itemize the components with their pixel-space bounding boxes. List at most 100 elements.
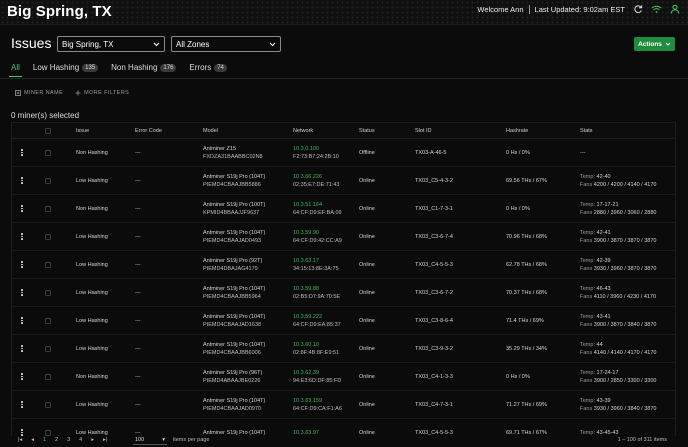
ip-link[interactable]: 10.3.59.90 [293, 229, 359, 237]
tab-errors[interactable]: Errors 74 [189, 61, 227, 74]
temp-line: Temp: 17-24-17 [580, 369, 675, 377]
fans-line: Fans 3900 / 3870 / 3840 / 3870 [580, 321, 675, 329]
serial-number: PIEMD4CBAAJAD0493 [203, 237, 262, 244]
table-row[interactable]: Low Hashing --- Antminer S19j Pro (104T)… [12, 307, 675, 335]
kebab-menu-icon[interactable] [21, 232, 23, 241]
column-stats[interactable]: Stats [580, 127, 675, 135]
row-checkbox[interactable] [45, 149, 51, 156]
miners-table: Issue Error Code Model Network Status Sl… [11, 122, 676, 440]
kebab-menu-icon[interactable] [21, 372, 23, 381]
column-network[interactable]: Network [293, 127, 359, 135]
prev-page-icon[interactable]: ◂ [31, 437, 34, 443]
slot-id-cell: TX03_C4-5-5-3 [415, 429, 453, 436]
kebab-menu-icon[interactable] [21, 400, 23, 409]
table-row[interactable]: Non Hashing --- Antminer S19j Pro (96T) … [12, 363, 675, 391]
row-checkbox[interactable] [45, 205, 51, 212]
ip-link[interactable]: 10.3.60.10 [293, 341, 359, 349]
serial-number: PIEMD4ABAAJBE0226 [203, 377, 261, 384]
kebab-menu-icon[interactable] [21, 148, 23, 157]
slot-id-cell: TX03_C5-4-3-2 [415, 177, 453, 184]
row-checkbox[interactable] [45, 317, 51, 324]
ip-link[interactable]: 10.3.51.164 [293, 201, 359, 209]
column-hashrate[interactable]: Hashrate [506, 128, 580, 134]
column-issue[interactable]: Issue [76, 128, 135, 134]
row-checkbox[interactable] [45, 233, 51, 240]
table-row[interactable]: Non Hashing --- Antminer S19j Pro (100T)… [12, 195, 675, 223]
more-filters-button[interactable]: MORE FILTERS [75, 90, 129, 96]
last-page-icon[interactable]: ▸| [103, 437, 107, 443]
issue-cell: Low Hashing [76, 233, 108, 240]
table-row[interactable]: Low Hashing --- Antminer S19j Pro (104T)… [12, 391, 675, 419]
page-size-select[interactable]: 100 ▾ [133, 436, 167, 445]
ip-link[interactable]: 10.3.62.39 [293, 369, 359, 377]
row-checkbox[interactable] [45, 345, 51, 352]
table-row[interactable]: Low Hashing --- Antminer S19j Pro (104T)… [12, 335, 675, 363]
issue-cell: Non Hashing [76, 373, 108, 380]
model-name: Antminer S19j Pro (104T) [203, 397, 266, 404]
row-checkbox[interactable] [45, 401, 51, 408]
temp-value: 42-40 [596, 173, 611, 180]
mac-address: 34:15:13:8E:3A:75 [293, 265, 339, 272]
column-error-code[interactable]: Error Code [135, 128, 203, 134]
ip-link[interactable]: 10.3.63.17 [293, 257, 359, 265]
tab-low-hashing[interactable]: Low Hashing 135 [33, 61, 99, 74]
temp-label: Temp: [580, 397, 595, 404]
row-checkbox[interactable] [45, 261, 51, 268]
ip-link[interactable]: 10.3.0.100 [293, 145, 359, 153]
ip-link[interactable]: 10.3.59.222 [293, 313, 359, 321]
tab-non-hashing[interactable]: Non Hashing 176 [111, 61, 177, 74]
row-checkbox[interactable] [45, 177, 51, 184]
row-menu-cell [12, 204, 32, 213]
row-checkbox[interactable] [45, 373, 51, 380]
kebab-menu-icon[interactable] [21, 176, 23, 185]
kebab-menu-icon[interactable] [21, 288, 23, 297]
kebab-menu-icon[interactable] [21, 260, 23, 269]
next-page-icon[interactable]: ▸ [91, 437, 94, 443]
selected-count: 0 miner(s) selected [11, 111, 80, 120]
network-cell: 10.3.63.17 34:15:13:8E:3A:75 [293, 257, 359, 273]
kebab-menu-icon[interactable] [21, 344, 23, 353]
row-menu-cell [12, 344, 32, 353]
ip-link[interactable]: 10.3.66.226 [293, 173, 359, 181]
first-page-icon[interactable]: |◂ [18, 437, 22, 443]
zone-select-value: All Zones [176, 39, 210, 49]
table-row[interactable]: Non Hashing --- Antminer Z15 FXDZA31BAAB… [12, 139, 675, 167]
row-menu-cell [12, 176, 32, 185]
fans-line: Fans 4140 / 4140 / 4170 / 4170 [580, 349, 675, 357]
table-row[interactable]: Low Hashing --- Antminer S19j Pro (104T)… [12, 279, 675, 307]
mac-address: 02:B5:D7:9A:70:5E [293, 293, 341, 300]
ip-link[interactable]: 10.3.59.88 [293, 285, 359, 293]
page-4[interactable]: 4 [79, 437, 82, 443]
miner-name-filter[interactable]: MINER NAME [15, 90, 63, 96]
error-code-cell: --- [135, 149, 141, 156]
fans-label: Fans [580, 181, 593, 188]
refresh-icon[interactable] [633, 4, 643, 14]
stats-cell: Temp: 42-39 Fans 3930 / 3960 / 3870 / 38… [580, 257, 675, 273]
zone-select[interactable]: All Zones [171, 36, 281, 52]
network-cell: 10.3.0.100 F2:73:B7:24:2B:10 [293, 145, 359, 161]
table-row[interactable]: Low Hashing --- Antminer S19j Pro (104T)… [12, 167, 675, 195]
kebab-menu-icon[interactable] [21, 316, 23, 325]
page-2[interactable]: 2 [55, 437, 58, 443]
hashrate-cell: 69.71 THs / 67% [506, 429, 547, 436]
user-icon[interactable] [670, 4, 680, 14]
divider [528, 4, 530, 14]
model-cell: Antminer S19j Pro (100T) KPMID4BBAAJJF96… [203, 201, 293, 217]
column-slot-id[interactable]: Slot ID [415, 128, 506, 134]
select-all-checkbox[interactable] [45, 127, 51, 134]
error-code-cell: --- [135, 401, 141, 408]
table-row[interactable]: Low Hashing --- Antminer S19j Pro (92T) … [12, 251, 675, 279]
table-row[interactable]: Low Hashing --- Antminer S19j Pro (104T)… [12, 223, 675, 251]
kebab-menu-icon[interactable] [21, 204, 23, 213]
tab-all[interactable]: All [9, 61, 22, 77]
column-status[interactable]: Status [359, 128, 415, 134]
column-model[interactable]: Model [203, 127, 293, 135]
actions-button[interactable]: Actions [634, 37, 675, 51]
page-3[interactable]: 3 [67, 437, 70, 443]
page-1[interactable]: 1 [43, 437, 46, 443]
row-checkbox[interactable] [45, 289, 51, 296]
row-menu-cell [12, 316, 32, 325]
ip-link[interactable]: 10.3.63.159 [293, 397, 359, 405]
site-select[interactable]: Big Spring, TX [57, 36, 165, 52]
row-checkbox[interactable] [45, 429, 51, 436]
